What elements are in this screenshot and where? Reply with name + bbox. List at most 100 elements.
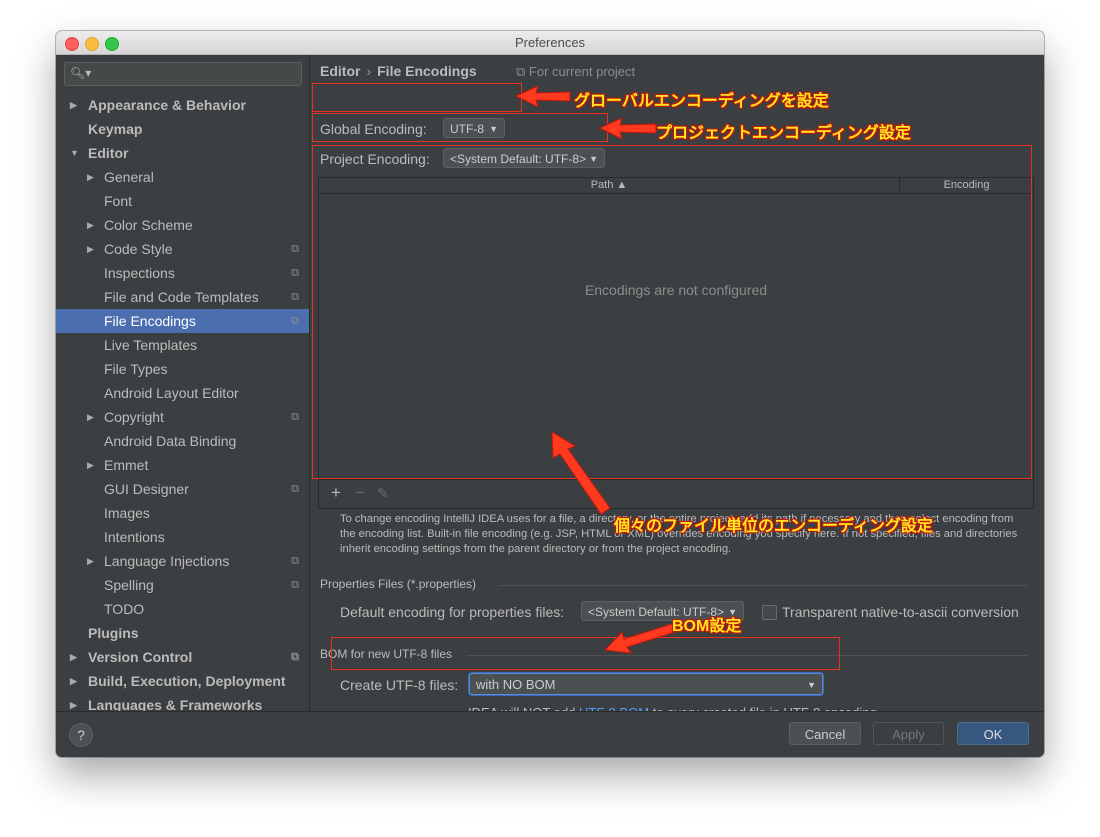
edit-pencil-icon[interactable]: ✎ (377, 485, 389, 502)
sidebar-item-todo[interactable]: TODO (56, 597, 309, 621)
collapsed-arrow-icon[interactable]: ▶ (87, 549, 94, 573)
remove-icon[interactable]: − (355, 483, 365, 503)
collapsed-arrow-icon[interactable]: ▶ (87, 165, 94, 189)
dialog-footer: ? Cancel Apply OK (56, 711, 1044, 757)
sidebar-item-label: Code Style (104, 241, 173, 257)
expanded-arrow-icon[interactable]: ▼ (70, 141, 79, 165)
for-current-project-hint: ⧉ For current project (516, 64, 635, 80)
sidebar-item-android-data-binding[interactable]: Android Data Binding (56, 429, 309, 453)
create-utf8-files-dropdown[interactable]: with NO BOM ▼ (469, 673, 823, 695)
sidebar-item-label: Android Data Binding (104, 433, 237, 449)
add-icon[interactable]: + (331, 483, 341, 503)
sidebar-item-label: Language Injections (104, 553, 230, 569)
sidebar-item-build-execution-deployment[interactable]: ▶ Build, Execution, Deployment (56, 669, 309, 693)
chevron-down-icon: ▼ (489, 124, 498, 134)
global-encoding-value: UTF-8 (450, 122, 484, 136)
sidebar-item-appearance-behavior[interactable]: ▶ Appearance & Behavior (56, 93, 309, 117)
sidebar-item-general[interactable]: ▶ General (56, 165, 309, 189)
breadcrumb-editor[interactable]: Editor (320, 63, 360, 79)
sidebar-item-gui-designer[interactable]: GUI Designer ⧉ (56, 477, 309, 501)
sidebar-item-label: Inspections (104, 265, 175, 281)
breadcrumb-separator: › (366, 63, 372, 79)
global-encoding-dropdown[interactable]: UTF-8 ▼ (443, 118, 505, 138)
sidebar-item-languages-frameworks[interactable]: ▶ Languages & Frameworks (56, 693, 309, 711)
transparent-conversion-label[interactable]: Transparent native-to-ascii conversion (782, 604, 1019, 620)
sidebar-item-file-types[interactable]: File Types (56, 357, 309, 381)
sidebar-item-label: Keymap (88, 121, 143, 137)
apply-button[interactable]: Apply (873, 722, 944, 745)
project-encoding-dropdown[interactable]: <System Default: UTF-8> ▼ (443, 148, 605, 168)
chevron-down-icon: ▼ (728, 607, 737, 617)
help-button[interactable]: ? (69, 723, 93, 747)
sidebar-item-file-encodings[interactable]: File Encodings ⧉ (56, 309, 309, 333)
project-scope-icon: ⧉ (291, 291, 299, 303)
collapsed-arrow-icon[interactable]: ▶ (70, 93, 77, 117)
table-empty-text: Encodings are not configured (584, 282, 768, 298)
transparent-conversion-checkbox[interactable] (762, 605, 777, 620)
sidebar-item-label: General (104, 169, 154, 185)
sidebar-item-label: Build, Execution, Deployment (88, 673, 286, 689)
sidebar-item-android-layout-editor[interactable]: Android Layout Editor (56, 381, 309, 405)
properties-encoding-value: <System Default: UTF-8> (588, 605, 725, 619)
settings-search-input[interactable]: 🔍︎▾ (64, 62, 302, 86)
sidebar-item-label: Images (104, 505, 150, 521)
collapsed-arrow-icon[interactable]: ▶ (70, 693, 77, 711)
sidebar-item-color-scheme[interactable]: ▶ Color Scheme (56, 213, 309, 237)
sidebar-item-label: Intentions (104, 529, 165, 545)
sidebar-item-label: Android Layout Editor (104, 385, 239, 401)
sidebar-item-images[interactable]: Images (56, 501, 309, 525)
global-encoding-label: Global Encoding: (320, 121, 427, 137)
sidebar-item-copyright[interactable]: ▶ Copyright ⧉ (56, 405, 309, 429)
collapsed-arrow-icon[interactable]: ▶ (87, 237, 94, 261)
ok-button[interactable]: OK (957, 722, 1029, 745)
properties-encoding-dropdown[interactable]: <System Default: UTF-8> ▼ (581, 601, 744, 621)
sidebar-item-live-templates[interactable]: Live Templates (56, 333, 309, 357)
sidebar-item-file-and-code-templates[interactable]: File and Code Templates ⧉ (56, 285, 309, 309)
sidebar-item-version-control[interactable]: ▶ Version Control ⧉ (56, 645, 309, 669)
sidebar-item-label: Color Scheme (104, 217, 193, 233)
column-header-path[interactable]: Path ▲ (319, 178, 899, 193)
sidebar-item-label: File and Code Templates (104, 289, 259, 305)
cancel-button[interactable]: Cancel (789, 722, 861, 745)
window-title: Preferences (514, 35, 586, 50)
bom-section-title: BOM for new UTF-8 files (320, 647, 453, 661)
sidebar-item-plugins[interactable]: Plugins (56, 621, 309, 645)
project-encoding-label: Project Encoding: (320, 151, 430, 167)
project-scope-icon: ⧉ (291, 579, 299, 591)
encoding-description: To change encoding IntelliJ IDEA uses fo… (340, 513, 1018, 555)
sidebar-item-intentions[interactable]: Intentions (56, 525, 309, 549)
chevron-down-icon: ▼ (807, 680, 816, 690)
copy-icon: ⧉ (516, 64, 529, 79)
settings-sidebar: 🔍︎▾ ▶ Appearance & Behavior Keymap ▼ Editor ▶… (56, 55, 310, 711)
sidebar-item-spelling[interactable]: Spelling ⧉ (56, 573, 309, 597)
breadcrumb-file-encodings: File Encodings (377, 63, 477, 79)
sidebar-item-font[interactable]: Font (56, 189, 309, 213)
sidebar-item-label: Editor (88, 145, 129, 161)
sidebar-item-label: Version Control (88, 649, 193, 665)
create-utf8-label: Create UTF-8 files: (340, 677, 459, 693)
chevron-down-icon: ▼ (589, 154, 598, 164)
sidebar-item-emmet[interactable]: ▶ Emmet (56, 453, 309, 477)
project-scope-icon: ⧉ (291, 315, 299, 327)
collapsed-arrow-icon[interactable]: ▶ (70, 645, 77, 669)
sidebar-item-editor[interactable]: ▼ Editor (56, 141, 309, 165)
collapsed-arrow-icon[interactable]: ▶ (70, 669, 77, 693)
sidebar-item-label: Font (104, 193, 133, 209)
sidebar-item-language-injections[interactable]: ▶ Language Injections ⧉ (56, 549, 309, 573)
file-encodings-table[interactable]: Path ▲ Encoding Encodings are not config… (318, 177, 1034, 509)
sidebar-item-label: File Encodings (104, 313, 196, 329)
project-scope-icon: ⧉ (291, 267, 299, 279)
section-divider (498, 585, 1028, 586)
sidebar-item-inspections[interactable]: Inspections ⧉ (56, 261, 309, 285)
table-header: Path ▲ Encoding (319, 178, 1033, 194)
column-header-encoding[interactable]: Encoding (899, 178, 1033, 193)
collapsed-arrow-icon[interactable]: ▶ (87, 213, 94, 237)
sidebar-item-label: Spelling (104, 577, 154, 593)
sidebar-item-code-style[interactable]: ▶ Code Style ⧉ (56, 237, 309, 261)
collapsed-arrow-icon[interactable]: ▶ (87, 405, 94, 429)
collapsed-arrow-icon[interactable]: ▶ (87, 453, 94, 477)
sidebar-item-keymap[interactable]: Keymap (56, 117, 309, 141)
settings-content: Editor › File Encodings ⧉ For current proj… (310, 55, 1044, 720)
sidebar-item-label: Copyright (104, 409, 164, 425)
project-scope-icon: ⧉ (291, 411, 299, 423)
